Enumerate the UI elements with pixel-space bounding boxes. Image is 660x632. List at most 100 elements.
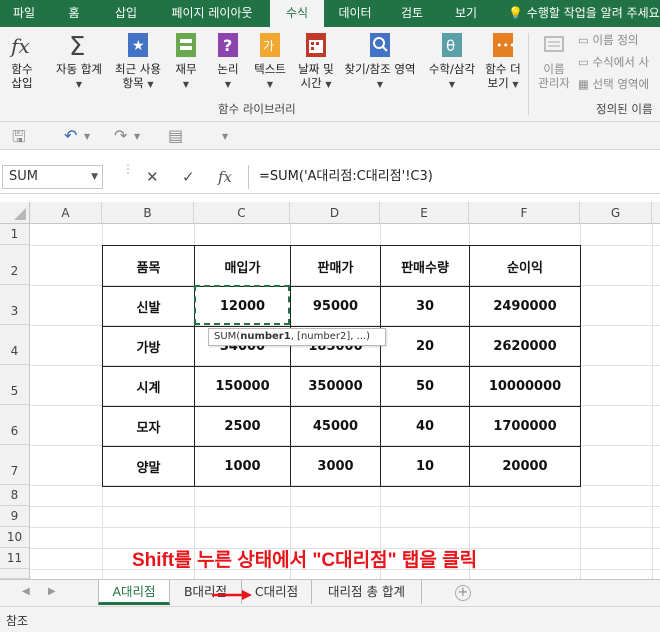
define-name-button[interactable]: ▭ 이름 정의	[578, 32, 639, 48]
table-cell[interactable]: 10000000	[469, 366, 581, 407]
table-cell[interactable]: 20	[380, 326, 470, 367]
row-header-8[interactable]: 8	[0, 485, 30, 506]
cell-e2[interactable]: 판매수량	[380, 245, 470, 287]
scroll-left-icon[interactable]: ◀	[22, 586, 30, 597]
tell-me-text: 수행할 작업을 알려 주세요	[526, 6, 660, 20]
more-functions-button[interactable]: ••• 함수 더 보기 ▼	[482, 31, 524, 92]
row-header-2[interactable]: 2	[0, 245, 30, 285]
row-header-6[interactable]: 6	[0, 405, 30, 445]
table-cell[interactable]: 95000	[290, 286, 381, 327]
calendar-icon	[306, 33, 326, 57]
tab-review[interactable]: 검토	[390, 0, 434, 27]
table-cell[interactable]: 가방	[102, 326, 195, 367]
table-cell[interactable]: 2490000	[469, 286, 581, 327]
table-cell[interactable]: 1000	[194, 446, 291, 487]
table-cell[interactable]: 30	[380, 286, 470, 327]
add-sheet-button[interactable]: +	[455, 585, 471, 601]
table-cell[interactable]: 2500	[194, 406, 291, 447]
row-header-4[interactable]: 4	[0, 325, 30, 365]
table-cell[interactable]: 시계	[102, 366, 195, 407]
name-manager-button[interactable]: 이름 관리자	[532, 31, 576, 90]
customize-qat-icon[interactable]: ▼	[222, 132, 228, 141]
chevron-down-icon[interactable]: ▼	[84, 132, 90, 141]
enter-icon[interactable]: ✓	[182, 168, 195, 186]
copy-selection-marquee	[194, 285, 290, 325]
table-cell[interactable]: 45000	[290, 406, 381, 447]
tab-view[interactable]: 보기	[442, 0, 490, 27]
table-cell[interactable]: 1700000	[469, 406, 581, 447]
row-header-3[interactable]: 3	[0, 285, 30, 325]
math-trig-button[interactable]: θ 수학/삼각 ▼	[424, 31, 480, 92]
column-header-e[interactable]: E	[380, 202, 469, 224]
formula-input[interactable]: =SUM('A대리점:C대리점'!C3)	[248, 165, 660, 189]
cell-c2[interactable]: 매입가	[194, 245, 291, 287]
chevron-down-icon: ▼	[182, 80, 190, 89]
insert-function-button[interactable]: fx 함수 삽입	[4, 31, 40, 90]
redo-icon[interactable]: ↷	[114, 126, 127, 145]
tell-me-box[interactable]: 💡 수행할 작업을 알려 주세요	[508, 0, 660, 27]
table-cell[interactable]: 신발	[102, 286, 195, 327]
table-cell[interactable]: 40	[380, 406, 470, 447]
undo-icon[interactable]: ↶	[64, 126, 77, 145]
lookup-reference-button[interactable]: 찾기/참조 영역 ▼	[338, 31, 422, 92]
use-in-formula-button[interactable]: ▭ 수식에서 사	[578, 54, 649, 70]
fx-icon[interactable]: fx	[218, 168, 232, 186]
tab-insert[interactable]: 삽입	[104, 0, 148, 27]
chevron-down-icon: ▼	[266, 80, 274, 89]
chevron-down-icon[interactable]: ▼	[134, 132, 140, 141]
resize-dots-icon[interactable]: ⋮	[122, 162, 134, 176]
save-icon[interactable]: 🖫	[12, 126, 26, 153]
svg-text:?: ?	[223, 36, 232, 55]
table-cell[interactable]: 3000	[290, 446, 381, 487]
recent-used-button[interactable]: ★ 최근 사용 항목 ▼	[110, 31, 166, 92]
row-header-7[interactable]: 7	[0, 445, 30, 485]
datetime-button[interactable]: 날짜 및 시간 ▼	[294, 31, 338, 92]
logical-button[interactable]: ? 논리 ▼	[212, 31, 244, 92]
row-header-5[interactable]: 5	[0, 365, 30, 405]
form-icon[interactable]: ▤	[168, 126, 183, 145]
name-box[interactable]: SUM ▼	[2, 165, 103, 189]
column-header-f[interactable]: F	[469, 202, 580, 224]
sheet-tab-total[interactable]: 대리점 총 합계	[312, 580, 422, 604]
row-header-1[interactable]: 1	[0, 224, 30, 245]
scroll-right-icon[interactable]: ▶	[48, 586, 56, 597]
cell-d2[interactable]: 판매가	[290, 245, 381, 287]
column-header-h[interactable]	[652, 202, 660, 224]
column-header-a[interactable]: A	[30, 202, 102, 224]
tab-formulas[interactable]: 수식	[270, 0, 324, 28]
table-cell[interactable]: 350000	[290, 366, 381, 407]
tab-file[interactable]: 파일	[0, 0, 48, 27]
table-cell[interactable]: 20000	[469, 446, 581, 487]
financial-button[interactable]: 재무 ▼	[170, 31, 202, 92]
row-header-9[interactable]: 9	[0, 506, 30, 527]
row-header-10[interactable]: 10	[0, 527, 30, 548]
row-header-12[interactable]	[0, 569, 30, 579]
autosum-button[interactable]: Σ 자동 합계 ▼	[50, 31, 108, 92]
chevron-down-icon: ▼	[512, 80, 519, 89]
select-all-corner[interactable]	[0, 202, 30, 224]
table-cell[interactable]: 양말	[102, 446, 195, 487]
column-header-g[interactable]: G	[580, 202, 652, 224]
table-cell[interactable]: 모자	[102, 406, 195, 447]
cell-f2[interactable]: 순이익	[469, 245, 581, 287]
table-cell[interactable]: 2620000	[469, 326, 581, 367]
tab-data[interactable]: 데이터	[330, 0, 380, 27]
table-cell[interactable]: 150000	[194, 366, 291, 407]
table-row: 신발 12000 95000 30 2490000	[102, 286, 581, 327]
row-header-11[interactable]: 11	[0, 548, 30, 569]
cell-b2[interactable]: 품목	[102, 245, 195, 287]
table-row: 모자 2500 45000 40 1700000	[102, 406, 581, 447]
text-button[interactable]: 가 텍스트 ▼	[250, 31, 290, 92]
create-from-selection-button[interactable]: ▦ 선택 영역에	[578, 76, 649, 92]
tab-home[interactable]: 홈	[56, 0, 92, 27]
tab-page-layout[interactable]: 페이지 레이아웃	[158, 0, 266, 27]
chevron-down-icon[interactable]: ▼	[91, 166, 98, 188]
column-header-d[interactable]: D	[290, 202, 380, 224]
column-header-b[interactable]: B	[102, 202, 194, 224]
sheet-tab-c[interactable]: C대리점	[242, 580, 312, 604]
column-header-c[interactable]: C	[194, 202, 290, 224]
table-cell[interactable]: 50	[380, 366, 470, 407]
sheet-tab-a[interactable]: A대리점	[98, 580, 170, 605]
table-cell[interactable]: 10	[380, 446, 470, 487]
cancel-icon[interactable]: ✕	[146, 168, 159, 186]
